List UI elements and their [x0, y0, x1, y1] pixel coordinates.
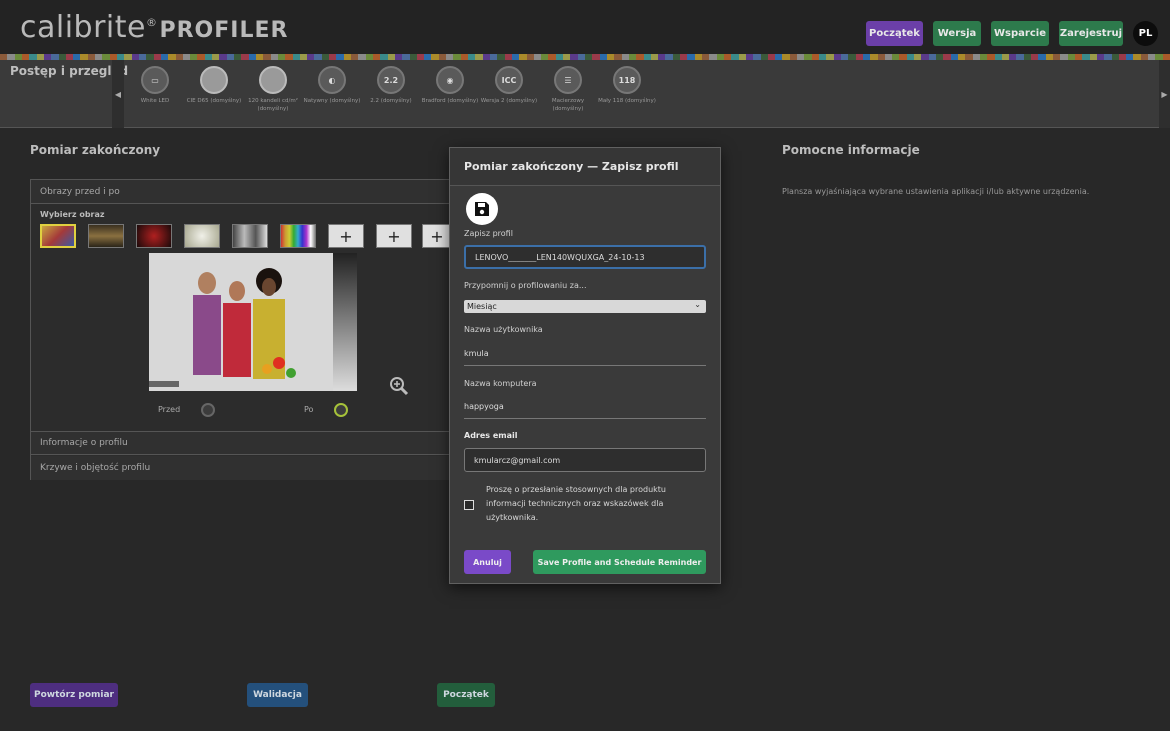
save-and-schedule-button[interactable]: Save Profile and Schedule Reminder: [533, 550, 706, 574]
image-thumb-2[interactable]: [88, 224, 124, 248]
computer-label: Nazwa komputera: [464, 379, 537, 388]
after-toggle[interactable]: [334, 403, 348, 417]
save-profile-dialog: Pomiar zakończony — Zapisz profil Zapisz…: [449, 147, 721, 584]
progress-step[interactable]: CIE D65 (domyślny): [184, 66, 244, 105]
save-icon: [466, 193, 498, 225]
add-image-button-2[interactable]: +: [376, 224, 412, 248]
progress-step[interactable]: 120 kandeli cd/m² (domyślny): [243, 66, 303, 113]
grayscale-bar: [333, 253, 357, 391]
progress-steps: ▭ White LED CIE D65 (domyślny) 120 kandeli …: [125, 66, 1155, 128]
chevron-down-icon: ⌄: [694, 300, 701, 309]
consent-text: Proszę o przesłanie stosownych dla produ…: [486, 485, 666, 522]
progress-step-label: 2.2 (domyślny): [370, 98, 412, 104]
progress-step-label: Macierzowy (domyślny): [551, 98, 585, 112]
scroll-right-icon[interactable]: ▶: [1159, 60, 1170, 128]
add-image-button-3[interactable]: +: [422, 224, 452, 248]
contrast-icon: ◐: [318, 66, 346, 94]
progress-overview: Postęp i przegląd ◀ ▭ White LED CIE D65 (d…: [0, 60, 1170, 128]
before-toggle[interactable]: [201, 403, 215, 417]
username-label: Nazwa użytkownika: [464, 325, 543, 334]
register-button[interactable]: Zarejestruj: [1059, 21, 1123, 46]
progress-step-label: Mały 118 (domyślny): [598, 98, 656, 104]
app-logo: calibrite®PROFILER: [20, 10, 289, 45]
email-label: Adres email: [464, 431, 518, 440]
scroll-left-icon[interactable]: ◀: [112, 60, 124, 128]
profile-name-input[interactable]: [464, 245, 706, 269]
home-button[interactable]: Początek: [866, 21, 923, 46]
username-field[interactable]: kmula: [464, 349, 706, 366]
email-field[interactable]: [464, 448, 706, 472]
add-image-button-1[interactable]: +: [328, 224, 364, 248]
bradford-icon: ◉: [436, 66, 464, 94]
dialog-title: Pomiar zakończony — Zapisz profil: [450, 148, 720, 186]
image-thumb-4[interactable]: [184, 224, 220, 248]
progress-step[interactable]: ◉ Bradford (domyślny): [420, 66, 480, 105]
sliders-icon: ☰: [554, 66, 582, 94]
progress-step[interactable]: ◐ Natywny (domyślny): [302, 66, 362, 105]
cancel-button[interactable]: Anuluj: [464, 550, 511, 574]
luminance-icon: [259, 66, 287, 94]
progress-step[interactable]: ☰ Macierzowy (domyślny): [538, 66, 598, 113]
preview-figures: [149, 253, 357, 391]
accordion-curves[interactable]: Krzywe i objętość profilu: [31, 456, 459, 480]
help-title: Pomocne informacje: [782, 143, 920, 157]
progress-step[interactable]: 118 Mały 118 (domyślny): [597, 66, 657, 105]
results-panel: Obrazy przed i po Wybierz obraz + + + Pr…: [30, 179, 460, 480]
icc-icon: ICC: [495, 66, 523, 94]
app-header: calibrite®PROFILER Początek Wersja Wspar…: [0, 0, 1170, 54]
comparison-preview-image: [149, 253, 357, 391]
validation-button[interactable]: Walidacja: [247, 683, 308, 707]
progress-step[interactable]: ▭ White LED: [125, 66, 185, 105]
computer-name-field[interactable]: happyoga: [464, 402, 706, 419]
after-label: Po: [304, 405, 314, 414]
reminder-select[interactable]: Miesiąc ⌄: [464, 300, 706, 313]
reminder-value: Miesiąc: [467, 302, 497, 311]
support-button[interactable]: Wsparcie: [991, 21, 1049, 46]
whitepoint-icon: [200, 66, 228, 94]
accordion-profile-info[interactable]: Informacje o profilu: [31, 431, 459, 455]
zoom-in-icon[interactable]: [389, 376, 409, 396]
repeat-measurement-button[interactable]: Powtórz pomiar: [30, 683, 118, 707]
progress-step-label: White LED: [140, 98, 170, 104]
progress-step-label: Natywny (domyślny): [303, 98, 361, 104]
progress-step-label: Bradford (domyślny): [421, 98, 479, 104]
save-profile-label: Zapisz profil: [464, 229, 513, 238]
choose-image-label: Wybierz obraz: [40, 210, 105, 219]
image-thumb-5[interactable]: [232, 224, 268, 248]
language-avatar[interactable]: PL: [1133, 21, 1158, 46]
patch-icon: 118: [613, 66, 641, 94]
progress-step-label: CIE D65 (domyślny): [186, 98, 242, 104]
image-thumb-3[interactable]: [136, 224, 172, 248]
progress-title: Postęp i przegląd: [10, 64, 129, 78]
progress-step-label: 120 kandeli cd/m² (domyślny): [248, 98, 298, 112]
progress-step[interactable]: ICC Wersja 2 (domyślny): [479, 66, 539, 105]
start-button[interactable]: Początek: [437, 683, 495, 707]
before-label: Przed: [158, 405, 181, 414]
progress-step[interactable]: 2.2 2.2 (domyślny): [361, 66, 421, 105]
gamma-icon: 2.2: [377, 66, 405, 94]
image-thumb-1[interactable]: [40, 224, 76, 248]
image-thumb-6[interactable]: [280, 224, 316, 248]
consent-checkbox[interactable]: [464, 500, 474, 510]
progress-step-label: Wersja 2 (domyślny): [480, 98, 538, 104]
monitor-icon: ▭: [141, 66, 169, 94]
page-title: Pomiar zakończony: [30, 143, 161, 157]
accordion-before-after[interactable]: Obrazy przed i po: [31, 180, 459, 204]
version-button[interactable]: Wersja: [933, 21, 981, 46]
help-text: Plansza wyjaśniająca wybrane ustawienia …: [782, 187, 1090, 196]
reminder-label: Przypomnij o profilowaniu za...: [464, 281, 587, 290]
